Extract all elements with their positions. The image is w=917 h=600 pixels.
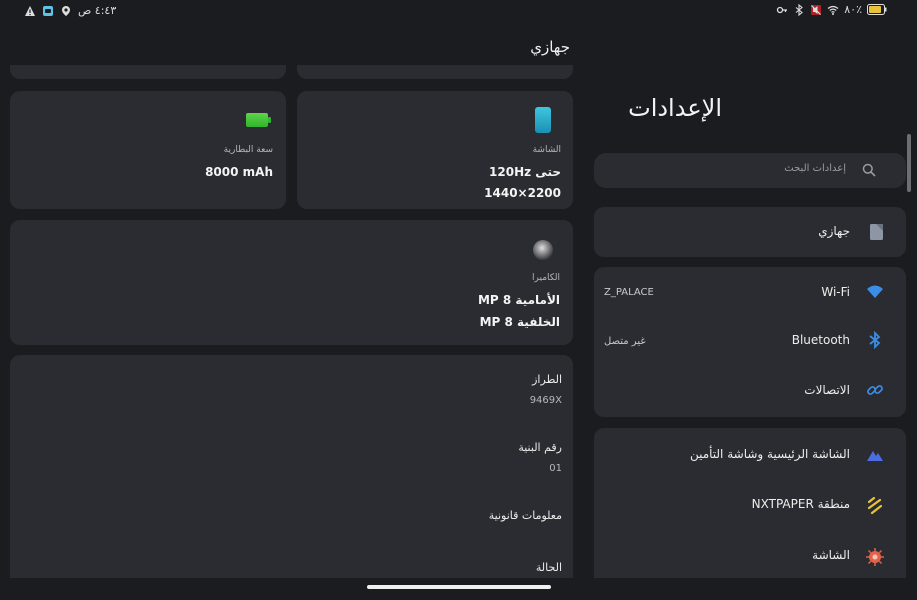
connections-row[interactable]: الاتصالات — [594, 365, 906, 413]
legal-info-label[interactable]: معلومات قانونية — [489, 509, 562, 522]
warning-icon — [25, 5, 35, 16]
camera-card[interactable]: الكاميرا الأمامية MP 8 الخلفية MP 8 — [10, 220, 573, 345]
settings-title: الإعدادات — [628, 94, 722, 122]
nxtpaper-row[interactable]: منطقة NXTPAPER — [594, 478, 906, 526]
battery-value: 8000 mAh — [205, 165, 273, 179]
camera-front: الأمامية MP 8 — [477, 293, 560, 307]
battery-percent: ٨٠٪ — [844, 3, 862, 16]
nxtpaper-label: منطقة NXTPAPER — [751, 497, 850, 511]
bluetooth-icon — [869, 331, 881, 349]
connections-label: الاتصالات — [804, 383, 850, 397]
bluetooth-status: غير متصل — [604, 336, 646, 347]
camera-label: الكاميرا — [532, 273, 560, 283]
bluetooth-row[interactable]: Bluetooth غير متصل — [594, 315, 906, 363]
screen-resolution: 1440×2200 — [484, 186, 561, 200]
search-icon — [862, 163, 876, 177]
battery-icon — [246, 113, 271, 127]
connectivity-group: Wi-Fi Z_PALACE Bluetooth غير متصل الاتصا… — [594, 267, 906, 417]
screen-refresh-rate: حتى 120Hz — [489, 165, 561, 179]
wifi-row[interactable]: Wi-Fi Z_PALACE — [594, 267, 906, 315]
display-icon — [866, 548, 884, 566]
mute-icon — [811, 4, 822, 15]
home-lock-screen-row[interactable]: الشاشة الرئيسية وشاشة التأمين — [594, 428, 906, 476]
home-screen-icon — [867, 451, 883, 461]
build-number-value: 01 — [549, 463, 562, 474]
wifi-icon — [867, 285, 883, 298]
my-device-icon — [870, 224, 883, 240]
camera-back: الخلفية MP 8 — [479, 315, 560, 329]
wifi-label: Wi-Fi — [821, 285, 850, 299]
battery-status-icon — [867, 4, 887, 15]
detail-page-title: جهازي — [530, 38, 570, 56]
status-left: ٤:٤٣ ص — [24, 4, 116, 17]
nxtpaper-icon — [867, 497, 883, 515]
screen-label: الشاشة — [532, 145, 561, 155]
link-icon — [867, 385, 883, 395]
status-bar: ٤:٤٣ ص ٨٠٪ — [0, 0, 917, 22]
partial-card-right — [297, 65, 573, 79]
vpn-key-icon — [777, 6, 788, 13]
settings-search-input[interactable]: إعدادات البحث — [594, 153, 906, 188]
home-indicator[interactable] — [367, 585, 551, 589]
settings-scrollbar[interactable] — [907, 134, 911, 192]
settings-panel: الإعدادات إعدادات البحث جهازي Wi-Fi Z_PA… — [583, 22, 917, 578]
my-device-row[interactable]: جهازي — [594, 207, 906, 257]
camera-icon — [533, 240, 553, 260]
model-label: الطراز — [532, 373, 562, 386]
bluetooth-status-icon — [795, 3, 804, 16]
app-notification-icon — [43, 5, 53, 16]
status-time: ٤:٤٣ ص — [78, 4, 117, 17]
display-row[interactable]: الشاشة — [594, 530, 906, 578]
location-icon — [62, 5, 70, 16]
screen-phone-icon — [535, 107, 551, 133]
battery-card[interactable]: سعة البطارية 8000 mAh — [10, 91, 286, 209]
partial-card-left — [10, 65, 286, 79]
search-placeholder: إعدادات البحث — [784, 163, 846, 174]
build-number-label[interactable]: رقم البنية — [518, 441, 562, 454]
status-right: ٨٠٪ — [776, 3, 887, 16]
wifi-network-name: Z_PALACE — [604, 287, 654, 298]
bluetooth-label: Bluetooth — [791, 333, 850, 347]
display-label: الشاشة — [812, 548, 850, 562]
battery-label: سعة البطارية — [223, 145, 273, 155]
device-info-card: الطراز 9469X رقم البنية 01 معلومات قانون… — [10, 355, 573, 578]
wifi-status-icon — [827, 5, 839, 15]
display-group: الشاشة الرئيسية وشاشة التأمين منطقة NXTP… — [594, 428, 906, 578]
home-lock-screen-label: الشاشة الرئيسية وشاشة التأمين — [689, 447, 850, 461]
status-label[interactable]: الحالة — [536, 561, 562, 574]
screen-card[interactable]: الشاشة حتى 120Hz 1440×2200 — [297, 91, 573, 209]
model-value: 9469X — [529, 395, 562, 406]
my-device-label: جهازي — [818, 224, 850, 238]
my-device-detail-panel: جهازي سعة البطارية 8000 mAh الشاشة حتى 1… — [0, 22, 583, 578]
